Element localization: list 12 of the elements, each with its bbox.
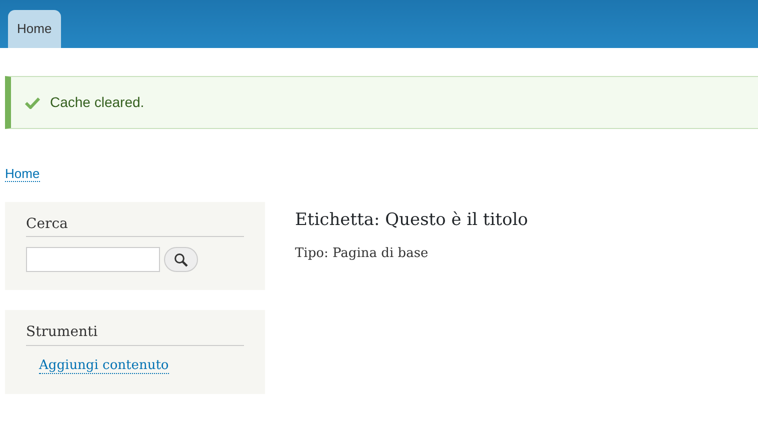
nav-tab[interactable]: Home: [8, 10, 61, 48]
search-icon: [174, 252, 188, 267]
block-title: Cerca: [26, 216, 244, 238]
message-text: Cache cleared.: [50, 93, 144, 112]
breadcrumb-link[interactable]: Home: [5, 166, 40, 182]
search-button[interactable]: [164, 247, 198, 272]
block-title: Strumenti: [26, 324, 244, 346]
search-field[interactable]: [26, 247, 160, 272]
menu-link[interactable]: Aggiungi contenuto: [39, 358, 169, 374]
content-type: Tipo: Pagina di base: [295, 244, 430, 263]
checkmark-icon: [25, 96, 40, 108]
page-title: Etichetta: Questo è il titolo: [295, 210, 528, 230]
